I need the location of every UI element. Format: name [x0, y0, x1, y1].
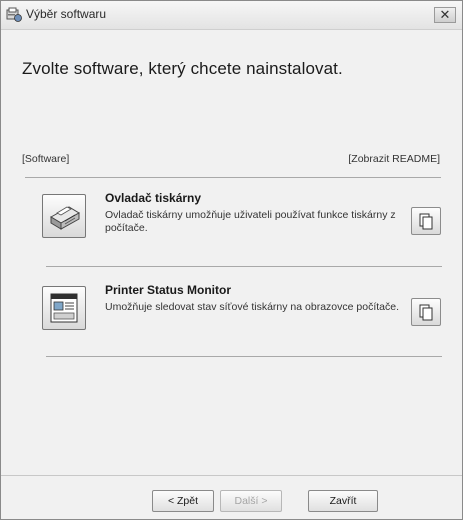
software-selection-window: Výběr softwaru ✕ Zvolte software, který …: [0, 0, 463, 520]
close-window-button[interactable]: ✕: [434, 7, 456, 23]
item-description: Ovladač tiskárny umožňuje uživateli použ…: [105, 209, 396, 234]
readme-column-header: [Zobrazit README]: [348, 153, 440, 165]
back-button[interactable]: < Zpět: [152, 490, 214, 512]
status-monitor-install-button[interactable]: [42, 286, 86, 330]
item-title: Printer Status Monitor: [105, 283, 232, 297]
item-separator: [46, 356, 442, 357]
printer-driver-install-button[interactable]: [42, 194, 86, 238]
title-bar: Výběr softwaru ✕: [1, 1, 462, 30]
printer-icon: [43, 206, 85, 241]
item-title: Ovladač tiskárny: [105, 191, 202, 205]
item-description: Umožňuje sledovat stav síťové tiskárny n…: [105, 301, 399, 313]
footer-divider: [1, 475, 462, 476]
software-item-printer-driver: Ovladač tiskárny Ovladač tiskárny umožňu…: [42, 191, 442, 251]
software-column-header: [Software]: [22, 153, 70, 165]
document-icon: [412, 304, 440, 329]
close-icon: ✕: [439, 7, 451, 22]
software-item-status-monitor: Printer Status Monitor Umožňuje sledovat…: [42, 283, 442, 343]
document-icon: [412, 213, 440, 238]
page-heading: Zvolte software, který chcete nainstalov…: [22, 59, 343, 78]
status-monitor-icon: [43, 293, 85, 333]
setup-app-icon: [6, 6, 23, 23]
item-separator: [46, 266, 442, 267]
header-separator: [25, 177, 441, 178]
status-monitor-readme-button[interactable]: [411, 298, 441, 326]
window-title: Výběr softwaru: [26, 7, 107, 21]
printer-driver-readme-button[interactable]: [411, 207, 441, 235]
next-button[interactable]: Další >: [220, 490, 282, 512]
close-button[interactable]: Zavřít: [308, 490, 378, 512]
